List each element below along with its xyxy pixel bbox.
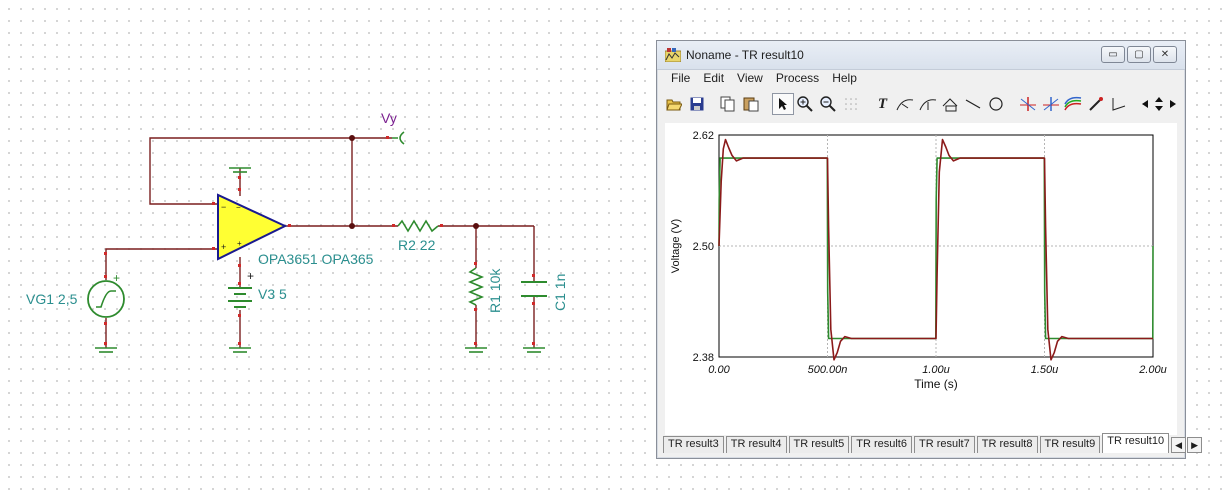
- minimize-button[interactable]: ▭: [1101, 46, 1125, 63]
- minimize-icon: ▭: [1108, 49, 1118, 60]
- tab-tr-result[interactable]: TR result7: [914, 436, 975, 453]
- cursor-a-icon[interactable]: [1017, 93, 1039, 115]
- x-axis-label: Time (s): [914, 377, 958, 391]
- y-tick-label: 2.62: [693, 130, 714, 142]
- scroll-left-icon[interactable]: [1140, 93, 1152, 115]
- maximize-button[interactable]: ▢: [1127, 46, 1151, 63]
- paste-icon[interactable]: [740, 93, 762, 115]
- curve-label2-icon[interactable]: [917, 93, 939, 115]
- text-icon[interactable]: T: [872, 93, 894, 115]
- zoom-out-icon[interactable]: [817, 93, 839, 115]
- grid-icon[interactable]: [840, 93, 862, 115]
- menu-process[interactable]: Process: [776, 71, 819, 85]
- opamp-symbol[interactable]: − + − +: [217, 193, 288, 261]
- r2-label: R2 22: [398, 237, 436, 253]
- plot-area[interactable]: 0.00 500.00n 1.00u 1.50u 2.00u 2.62 2.50 2.38 …: [665, 123, 1177, 435]
- tr-result-window[interactable]: Noname - TR result10 ▭ ▢ ✕ File Edit Vie…: [656, 40, 1203, 459]
- x-tick-label: 500.00n: [808, 364, 848, 376]
- schematic-canvas[interactable]: Vy − + − + OPA3651 OPA365 R2 22 R1 10k C…: [0, 0, 640, 493]
- tab-scroll-left-button[interactable]: ◀: [1171, 437, 1187, 453]
- opamp-supply-minus-sign: −: [236, 203, 241, 212]
- result-tabs: TR result3 TR result4 TR result5 TR result6…: [663, 433, 1203, 453]
- pin-markers: [104, 136, 535, 345]
- copy-icon[interactable]: [717, 93, 739, 115]
- marker-icon[interactable]: [1108, 93, 1130, 115]
- vy-terminal[interactable]: [392, 131, 405, 145]
- window-titlebar[interactable]: Noname - TR result10 ▭ ▢ ✕: [657, 41, 1185, 70]
- cursor-b-icon[interactable]: [1040, 93, 1062, 115]
- r1-resistor[interactable]: [467, 267, 485, 306]
- transient-plot[interactable]: 0.00 500.00n 1.00u 1.50u 2.00u 2.622.502.38 …: [665, 123, 1177, 435]
- v3-label: V3 5: [258, 286, 287, 302]
- text-glyph: T: [877, 95, 888, 112]
- tab-tr-result[interactable]: TR result10: [1102, 433, 1170, 453]
- tab-tr-result[interactable]: TR result5: [788, 436, 850, 453]
- save-icon[interactable]: [686, 93, 708, 115]
- menu-edit[interactable]: Edit: [703, 71, 724, 85]
- maximize-icon: ▢: [1134, 49, 1144, 60]
- menu-bar: File Edit View Process Help: [657, 69, 1185, 87]
- v3-battery[interactable]: [228, 287, 252, 308]
- x-tick-label: 1.00u: [922, 364, 950, 376]
- curve-label-icon[interactable]: [894, 93, 916, 115]
- opamp-plus-sign: +: [221, 242, 226, 252]
- opamp-label: OPA3651 OPA365: [258, 251, 374, 267]
- tab-tr-result[interactable]: TR result3: [663, 436, 724, 453]
- tab-scroll-right-button[interactable]: ▶: [1187, 437, 1203, 453]
- junction-dots: [349, 135, 479, 229]
- ground-symbols: [95, 347, 545, 353]
- c1-label: C1 1n: [552, 274, 568, 311]
- opamp-supply-plus-sign: +: [237, 239, 242, 248]
- menu-help[interactable]: Help: [832, 71, 857, 85]
- line-icon[interactable]: [963, 93, 985, 115]
- color-icon[interactable]: [1062, 93, 1084, 115]
- tab-tr-result[interactable]: TR result9: [1039, 436, 1101, 453]
- tab-tr-result[interactable]: TR result8: [976, 436, 1038, 453]
- open-icon[interactable]: [663, 93, 685, 115]
- menu-file[interactable]: File: [671, 71, 690, 85]
- pointer-icon[interactable]: [771, 93, 794, 115]
- tab-tr-result[interactable]: TR result4: [725, 436, 787, 453]
- axis-label-icon[interactable]: [940, 93, 962, 115]
- close-button[interactable]: ✕: [1153, 46, 1177, 63]
- x-tick-label: 0.00: [708, 364, 730, 376]
- probe-icon[interactable]: [1085, 93, 1107, 115]
- opamp-minus-sign: −: [221, 202, 226, 212]
- x-tick-label: 1.50u: [1031, 364, 1059, 376]
- vy-label: Vy: [381, 110, 397, 126]
- r2-resistor[interactable]: [397, 219, 439, 233]
- toolbar: T: [663, 90, 1179, 118]
- zoom-in-icon[interactable]: [795, 93, 817, 115]
- tab-scroll-left-icon: ◀: [1175, 439, 1183, 450]
- scroll-updown-icon[interactable]: [1152, 93, 1166, 115]
- menu-view[interactable]: View: [737, 71, 763, 85]
- y-axis-label: Voltage (V): [670, 219, 682, 273]
- vg1-plus-sign: +: [113, 271, 120, 285]
- y-tick-label: 2.50: [693, 241, 714, 253]
- v3-plus-sign: +: [247, 269, 254, 283]
- y-tick-label: 2.38: [693, 352, 714, 364]
- x-tick-label: 2.00u: [1138, 364, 1167, 376]
- r1-label: R1 10k: [487, 268, 503, 313]
- window-title: Noname - TR result10: [686, 48, 804, 62]
- c1-capacitor[interactable]: [521, 281, 547, 297]
- tab-tr-result[interactable]: TR result6: [851, 436, 912, 453]
- vg1-label: VG1 2,5: [26, 291, 78, 307]
- circle-icon[interactable]: [985, 93, 1007, 115]
- close-icon: ✕: [1160, 49, 1170, 60]
- schematic-wires: [105, 137, 535, 348]
- scroll-right-icon[interactable]: [1167, 93, 1179, 115]
- app-icon: [665, 48, 681, 62]
- tab-scroll-right-icon: ▶: [1191, 439, 1199, 450]
